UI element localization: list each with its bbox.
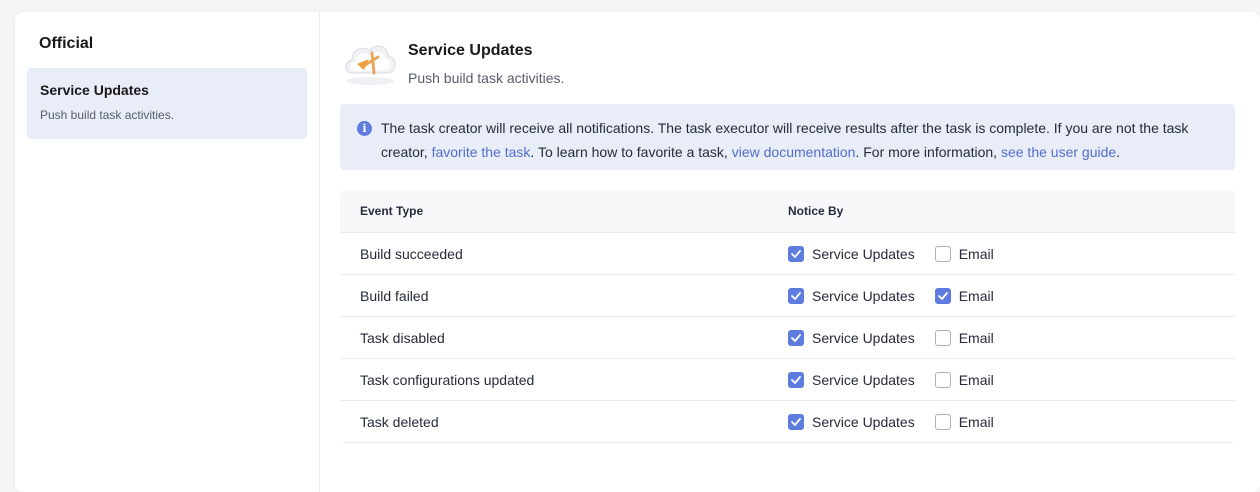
service-updates-checkbox[interactable]: Service Updates: [788, 245, 915, 262]
service-updates-checkbox[interactable]: Service Updates: [788, 371, 915, 388]
checkbox-box[interactable]: [934, 371, 951, 388]
favorite-task-link[interactable]: favorite the task: [432, 144, 531, 160]
user-guide-link[interactable]: see the user guide: [1001, 144, 1116, 160]
info-text-3: . For more information,: [855, 144, 1001, 160]
checkbox-box[interactable]: [788, 413, 804, 430]
view-documentation-link[interactable]: view documentation: [732, 144, 856, 160]
channel-desc: Push build task activities.: [408, 70, 565, 86]
notice-by-cell: Service Updates Email: [788, 371, 1235, 388]
info-banner: i The task creator will receive all noti…: [340, 104, 1235, 170]
info-text-4: .: [1116, 144, 1121, 160]
event-type-cell: Build succeeded: [360, 245, 463, 262]
checkbox-label: Email: [958, 287, 994, 304]
table-header: Event Type Notice By: [340, 190, 1235, 233]
notice-by-cell: Service Updates Email: [788, 329, 1235, 346]
sidebar: Official Service Updates Push build task…: [15, 12, 320, 492]
email-checkbox[interactable]: Email: [934, 245, 994, 262]
channel-header: Service Updates Push build task activiti…: [340, 38, 1250, 104]
table-row: Task disabled Service Updates Email: [340, 317, 1235, 359]
checkbox-label: Email: [958, 371, 994, 388]
service-updates-checkbox[interactable]: Service Updates: [788, 413, 915, 430]
checkbox-label: Email: [958, 245, 994, 262]
notice-by-cell: Service Updates Email: [788, 413, 1235, 430]
main-panel: Service Updates Push build task activiti…: [320, 12, 1260, 492]
checkbox-box[interactable]: [788, 287, 804, 304]
table-row: Build succeeded Service Updates Email: [340, 233, 1235, 275]
service-updates-checkbox[interactable]: Service Updates: [788, 329, 915, 346]
sidebar-item-desc: Push build task activities.: [40, 108, 175, 122]
notice-by-cell: Service Updates Email: [788, 245, 1235, 262]
settings-card: Official Service Updates Push build task…: [15, 12, 1260, 492]
email-checkbox[interactable]: Email: [934, 329, 994, 346]
checkbox-box[interactable]: [934, 329, 951, 346]
checkbox-box[interactable]: [788, 371, 804, 388]
sidebar-item-title: Service Updates: [40, 82, 149, 98]
checkbox-label: Service Updates: [812, 371, 915, 388]
info-icon: i: [357, 121, 372, 136]
info-text-2: . To learn how to favorite a task,: [530, 144, 732, 160]
table-row: Task deleted Service Updates Email: [340, 401, 1235, 443]
event-type-cell: Task deleted: [360, 413, 439, 430]
checkbox-label: Email: [958, 413, 994, 430]
checkbox-box[interactable]: [788, 245, 804, 262]
checkbox-label: Service Updates: [812, 329, 915, 346]
email-checkbox[interactable]: Email: [934, 413, 994, 430]
event-type-cell: Build failed: [360, 287, 429, 304]
checkbox-box[interactable]: [934, 287, 951, 304]
email-checkbox[interactable]: Email: [934, 287, 994, 304]
checkbox-box[interactable]: [934, 245, 951, 262]
table-row: Task configurations updated Service Updat…: [340, 359, 1235, 401]
event-type-cell: Task configurations updated: [360, 371, 535, 388]
channel-title: Service Updates: [408, 42, 533, 59]
checkbox-label: Email: [958, 329, 994, 346]
notice-by-cell: Service Updates Email: [788, 287, 1235, 304]
sidebar-item-service-updates[interactable]: Service Updates Push build task activiti…: [27, 68, 307, 139]
info-text: The task creator will receive all notifi…: [381, 116, 1219, 170]
table-row: Build failed Service Updates Email: [340, 275, 1235, 317]
cloud-message-icon: [340, 37, 400, 89]
column-header-event-type: Event Type: [360, 204, 424, 218]
service-updates-checkbox[interactable]: Service Updates: [788, 287, 915, 304]
event-type-cell: Task disabled: [360, 329, 445, 346]
sidebar-title: Official: [39, 35, 94, 52]
checkbox-label: Service Updates: [812, 287, 915, 304]
email-checkbox[interactable]: Email: [934, 371, 994, 388]
checkbox-box[interactable]: [934, 413, 951, 430]
column-header-notice-by: Notice By: [788, 204, 844, 218]
checkbox-label: Service Updates: [812, 245, 915, 262]
checkbox-box[interactable]: [788, 329, 804, 346]
notification-table: Event Type Notice By Build succeeded Serv…: [340, 190, 1235, 443]
checkbox-label: Service Updates: [812, 413, 915, 430]
